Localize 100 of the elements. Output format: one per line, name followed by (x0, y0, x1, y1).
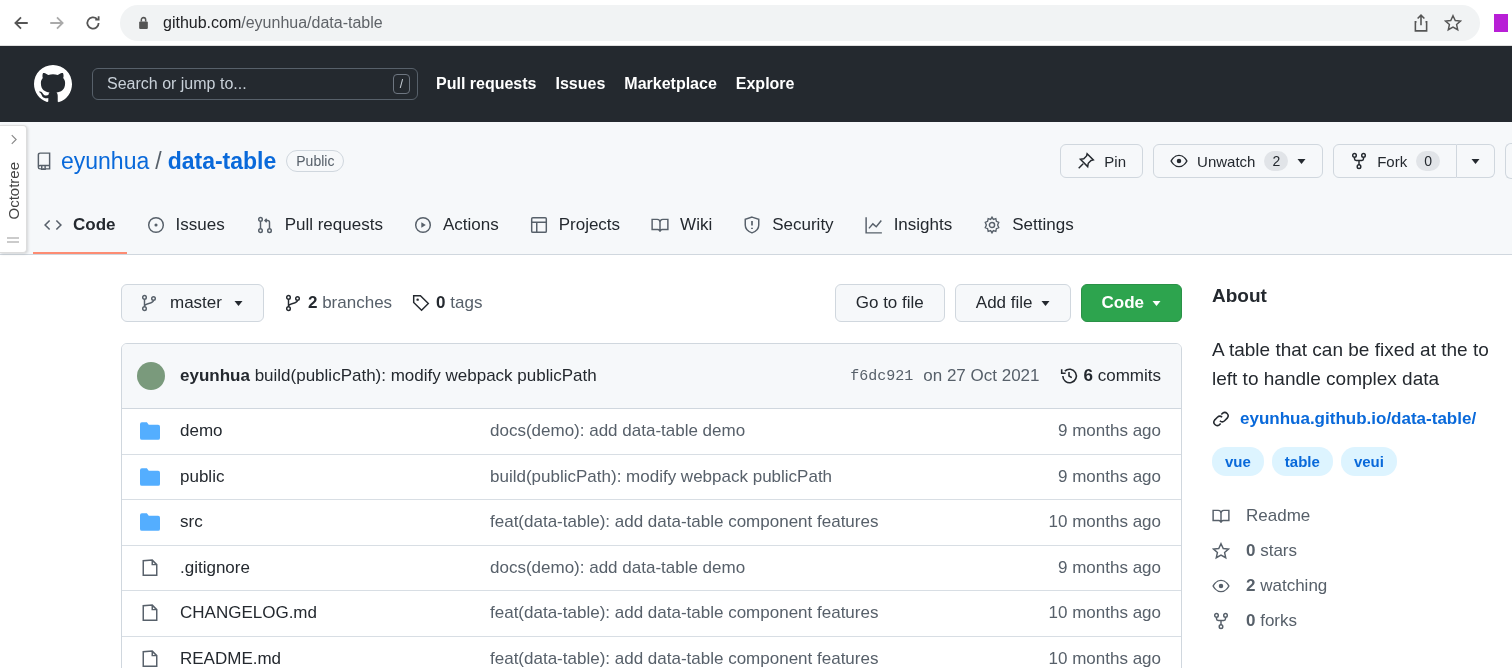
commit-message-link[interactable]: docs(demo): add data-table demo (490, 421, 1058, 442)
commit-message-link[interactable]: docs(demo): add data-table demo (490, 557, 1058, 578)
file-icon (140, 604, 160, 623)
grip-icon (7, 236, 19, 244)
commit-age: 10 months ago (1048, 512, 1161, 533)
folder-icon (140, 422, 160, 441)
caret-icon (1297, 158, 1307, 164)
repo-stat-link[interactable]: 0 forks (1246, 610, 1298, 631)
chevron-icon (9, 134, 17, 145)
commit-message-link[interactable]: feat(data-table): add data-table component features (490, 648, 1049, 668)
path-separator: / (155, 147, 162, 175)
star-icon[interactable] (1444, 13, 1462, 32)
pin-button[interactable]: Pin (1060, 144, 1144, 178)
avatar (137, 362, 165, 390)
github-logo-icon[interactable] (34, 65, 72, 103)
header-nav-link[interactable]: Issues (555, 75, 606, 93)
folder-icon (140, 513, 160, 532)
repo-stat-link[interactable]: Readme (1246, 505, 1311, 526)
header-nav-link[interactable]: Marketplace (624, 75, 717, 93)
commit-age: 10 months ago (1048, 603, 1161, 624)
link-icon (1212, 410, 1230, 428)
tags-link[interactable]: 0 tags (412, 293, 483, 313)
pull-icon (255, 216, 274, 234)
commit-age: 10 months ago (1048, 648, 1161, 668)
commit-message-link[interactable]: feat(data-table): add data-table component features (490, 603, 1049, 624)
caret-icon (1152, 300, 1161, 306)
star-icon (1212, 541, 1230, 560)
repo-name-link[interactable]: data-table (167, 147, 277, 175)
commit-message-link[interactable]: feat(data-table): add data-table component features (490, 512, 1049, 533)
keyboard-shortcut-hint: / (392, 74, 410, 94)
repo-tab[interactable]: Projects (518, 198, 632, 254)
commit-message[interactable]: eyunhua build(publicPath): modify webpack publicPath (180, 366, 597, 386)
settings-icon (983, 216, 1002, 234)
commit-date: on 27 Oct 2021 (923, 366, 1040, 386)
insights-icon (864, 216, 883, 234)
add-file-button[interactable]: Add file (954, 284, 1071, 322)
tag-icon (412, 294, 431, 312)
counter: 0 (1416, 151, 1440, 171)
file-name-link[interactable]: .gitignore (180, 557, 490, 578)
repo-stat-link[interactable]: 0 stars (1246, 540, 1298, 561)
address-bar[interactable]: github.com/eyunhua/data-table (120, 4, 1480, 41)
topic-tag[interactable]: veui (1340, 447, 1397, 476)
repo-tab[interactable]: Pull requests (244, 198, 394, 254)
commit-age: 9 months ago (1058, 421, 1161, 442)
repo-tab[interactable]: Settings (972, 198, 1085, 254)
topic-tag[interactable]: vue (1212, 447, 1264, 476)
pin-icon (1077, 152, 1096, 170)
commit-sha-link[interactable]: f6dc921 (850, 367, 914, 385)
repo-tab[interactable]: Wiki (640, 198, 724, 254)
octotree-sidebar-tab[interactable]: Octotree (0, 125, 27, 253)
file-icon (140, 649, 160, 668)
reload-icon[interactable] (84, 13, 102, 32)
repo-tab[interactable]: Code (33, 198, 127, 254)
security-icon (743, 216, 762, 234)
commit-age: 9 months ago (1058, 557, 1161, 578)
caret-icon (1471, 158, 1480, 164)
branch-icon (140, 294, 158, 312)
caret-icon (1040, 300, 1050, 306)
counter: 2 (1264, 151, 1289, 171)
file-name-link[interactable]: demo (180, 421, 490, 442)
issues-icon (146, 216, 165, 234)
file-icon (140, 558, 160, 577)
homepage-link[interactable]: eyunhua.github.io/data-table/ (1240, 409, 1477, 429)
about-heading: About (1212, 284, 1268, 307)
repo-tab[interactable]: Insights (853, 198, 964, 254)
repo-icon (35, 152, 53, 170)
repo-tab[interactable]: Security (732, 198, 845, 254)
repo-owner-link[interactable]: eyunhua (61, 147, 150, 175)
fork-icon (1350, 152, 1369, 170)
octotree-label: Octotree (4, 161, 22, 220)
commits-link[interactable]: 6 commits (1059, 366, 1161, 386)
repo-description: A table that can be fixed at the to left to handle complex data (1212, 338, 1490, 391)
lock-icon (138, 16, 149, 29)
eye-icon (1170, 152, 1189, 170)
commit-message-link[interactable]: build(publicPath): modify webpack publicPath (490, 466, 1058, 487)
folder-icon (140, 467, 160, 486)
caret-icon (233, 300, 243, 306)
go-to-file-button[interactable]: Go to file (834, 284, 945, 322)
file-name-link[interactable]: public (180, 466, 490, 487)
commit-age: 9 months ago (1058, 466, 1161, 487)
header-nav-link[interactable]: Pull requests (436, 75, 537, 93)
file-name-link[interactable]: src (180, 512, 490, 533)
repo-stat-link[interactable]: 2 watching (1246, 575, 1328, 596)
fork-icon (1212, 611, 1230, 630)
branch-icon (283, 294, 302, 312)
topic-tag[interactable]: table (1271, 447, 1333, 476)
wiki-icon (651, 216, 670, 234)
repo-tab[interactable]: Issues (135, 198, 236, 254)
share-icon[interactable] (1412, 13, 1430, 32)
file-name-link[interactable]: README.md (180, 648, 490, 668)
watch-button[interactable]: Unwatch 2 (1153, 144, 1324, 178)
actions-icon (413, 216, 432, 234)
header-nav-link[interactable]: Explore (735, 75, 795, 93)
projects-icon (529, 216, 548, 234)
file-name-link[interactable]: CHANGELOG.md (180, 603, 490, 624)
repo-tab[interactable]: Actions (402, 198, 510, 254)
branch-select-button[interactable]: master (121, 284, 264, 322)
branches-link[interactable]: 2 branches (283, 293, 393, 313)
history-icon (1059, 367, 1078, 385)
fork-button[interactable]: Fork 0 (1333, 144, 1457, 178)
